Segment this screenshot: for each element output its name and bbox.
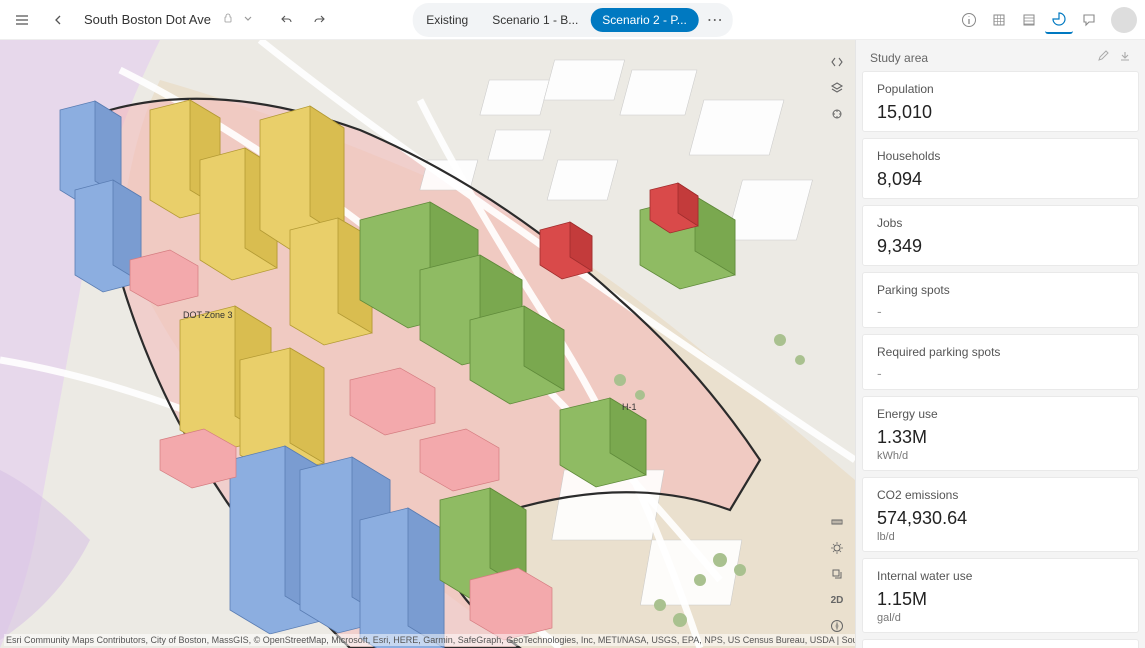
dashboard-panel: Study area Population 15,010 Households 8,0… xyxy=(855,40,1145,648)
metric-label: Parking spots xyxy=(877,283,1124,297)
back-button[interactable] xyxy=(44,6,72,34)
metric-card[interactable]: Energy use 1.33M kWh/d xyxy=(862,396,1139,471)
metric-card[interactable]: Households 8,094 xyxy=(862,138,1139,199)
metric-label: CO2 emissions xyxy=(877,488,1124,502)
scenario-switcher: Existing Scenario 1 - B... Scenario 2 - … xyxy=(412,3,733,37)
chevron-down-icon[interactable] xyxy=(243,13,253,26)
comment-icon[interactable] xyxy=(1075,6,1103,34)
map-canvas[interactable]: DOT-Zone 3 H-1 xyxy=(0,40,855,648)
map-tools-top xyxy=(825,50,849,126)
metric-value: 8,094 xyxy=(877,169,1124,190)
topbar-left: South Boston Dot Ave xyxy=(8,6,333,34)
daylight-icon[interactable] xyxy=(825,536,849,560)
map-viewport[interactable]: DOT-Zone 3 H-1 2D Esri Community Maps Co… xyxy=(0,40,855,648)
scenario-more-icon[interactable]: ⋯ xyxy=(699,5,731,35)
metric-value: 15,010 xyxy=(877,102,1124,123)
scenario-tab-2[interactable]: Scenario 2 - P... xyxy=(590,8,699,32)
map-label-h1: H-1 xyxy=(622,402,637,412)
measure-icon[interactable] xyxy=(825,510,849,534)
metric-unit: kWh/d xyxy=(877,450,1124,462)
history-controls xyxy=(273,6,333,34)
panel-header: Study area xyxy=(856,40,1145,71)
lock-icon xyxy=(223,13,233,26)
info-icon[interactable] xyxy=(955,6,983,34)
metric-label: Internal water use xyxy=(877,569,1124,583)
metric-label: Jobs xyxy=(877,216,1124,230)
list-icon[interactable] xyxy=(1015,6,1043,34)
metric-label: Population xyxy=(877,82,1124,96)
metric-card[interactable]: External water use492,821.08gal/d xyxy=(862,639,1139,648)
expand-icon[interactable] xyxy=(825,50,849,74)
scenario-tab-existing[interactable]: Existing xyxy=(414,8,480,32)
metric-value: - xyxy=(877,365,1124,381)
panel-title: Study area xyxy=(870,51,928,65)
metric-label: Households xyxy=(877,149,1124,163)
undo-button[interactable] xyxy=(273,6,301,34)
metric-card[interactable]: Jobs 9,349 xyxy=(862,205,1139,266)
grid-icon[interactable] xyxy=(985,6,1013,34)
project-title: South Boston Dot Ave xyxy=(84,12,211,27)
layers-icon[interactable] xyxy=(825,76,849,100)
metric-label: Required parking spots xyxy=(877,345,1124,359)
menu-icon[interactable] xyxy=(8,6,36,34)
metric-value: 574,930.64 xyxy=(877,508,1124,529)
edit-icon[interactable] xyxy=(1097,50,1109,65)
metric-card[interactable]: CO2 emissions 574,930.64 lb/d xyxy=(862,477,1139,552)
topbar-right xyxy=(955,6,1137,34)
redo-button[interactable] xyxy=(305,6,333,34)
metric-card[interactable]: Parking spots - xyxy=(862,272,1139,328)
explore-icon[interactable] xyxy=(825,102,849,126)
main: DOT-Zone 3 H-1 2D Esri Community Maps Co… xyxy=(0,40,1145,648)
metric-unit: lb/d xyxy=(877,531,1124,543)
metric-value: 1.33M xyxy=(877,427,1124,448)
map-label-zone: DOT-Zone 3 xyxy=(183,310,233,320)
view-toggle[interactable]: 2D xyxy=(825,588,849,612)
metric-label: Energy use xyxy=(877,407,1124,421)
metric-value: 9,349 xyxy=(877,236,1124,257)
metric-value: - xyxy=(877,303,1124,319)
metric-card[interactable]: Required parking spots - xyxy=(862,334,1139,390)
download-icon[interactable] xyxy=(1119,50,1131,65)
metrics-list[interactable]: Population 15,010 Households 8,094 Jobs 9,349… xyxy=(856,71,1145,648)
shadow-icon[interactable] xyxy=(825,562,849,586)
avatar[interactable] xyxy=(1111,7,1137,33)
map-attribution: Esri Community Maps Contributors, City o… xyxy=(4,634,855,646)
metric-card[interactable]: Population 15,010 xyxy=(862,71,1139,132)
map-tools-bottom: 2D xyxy=(825,510,849,638)
chart-icon[interactable] xyxy=(1045,6,1073,34)
metric-unit: gal/d xyxy=(877,612,1124,624)
metric-card[interactable]: Internal water use 1.15M gal/d xyxy=(862,558,1139,633)
scenario-tab-1[interactable]: Scenario 1 - B... xyxy=(480,8,590,32)
top-bar: South Boston Dot Ave Existing Scenario 1… xyxy=(0,0,1145,40)
metric-value: 1.15M xyxy=(877,589,1124,610)
